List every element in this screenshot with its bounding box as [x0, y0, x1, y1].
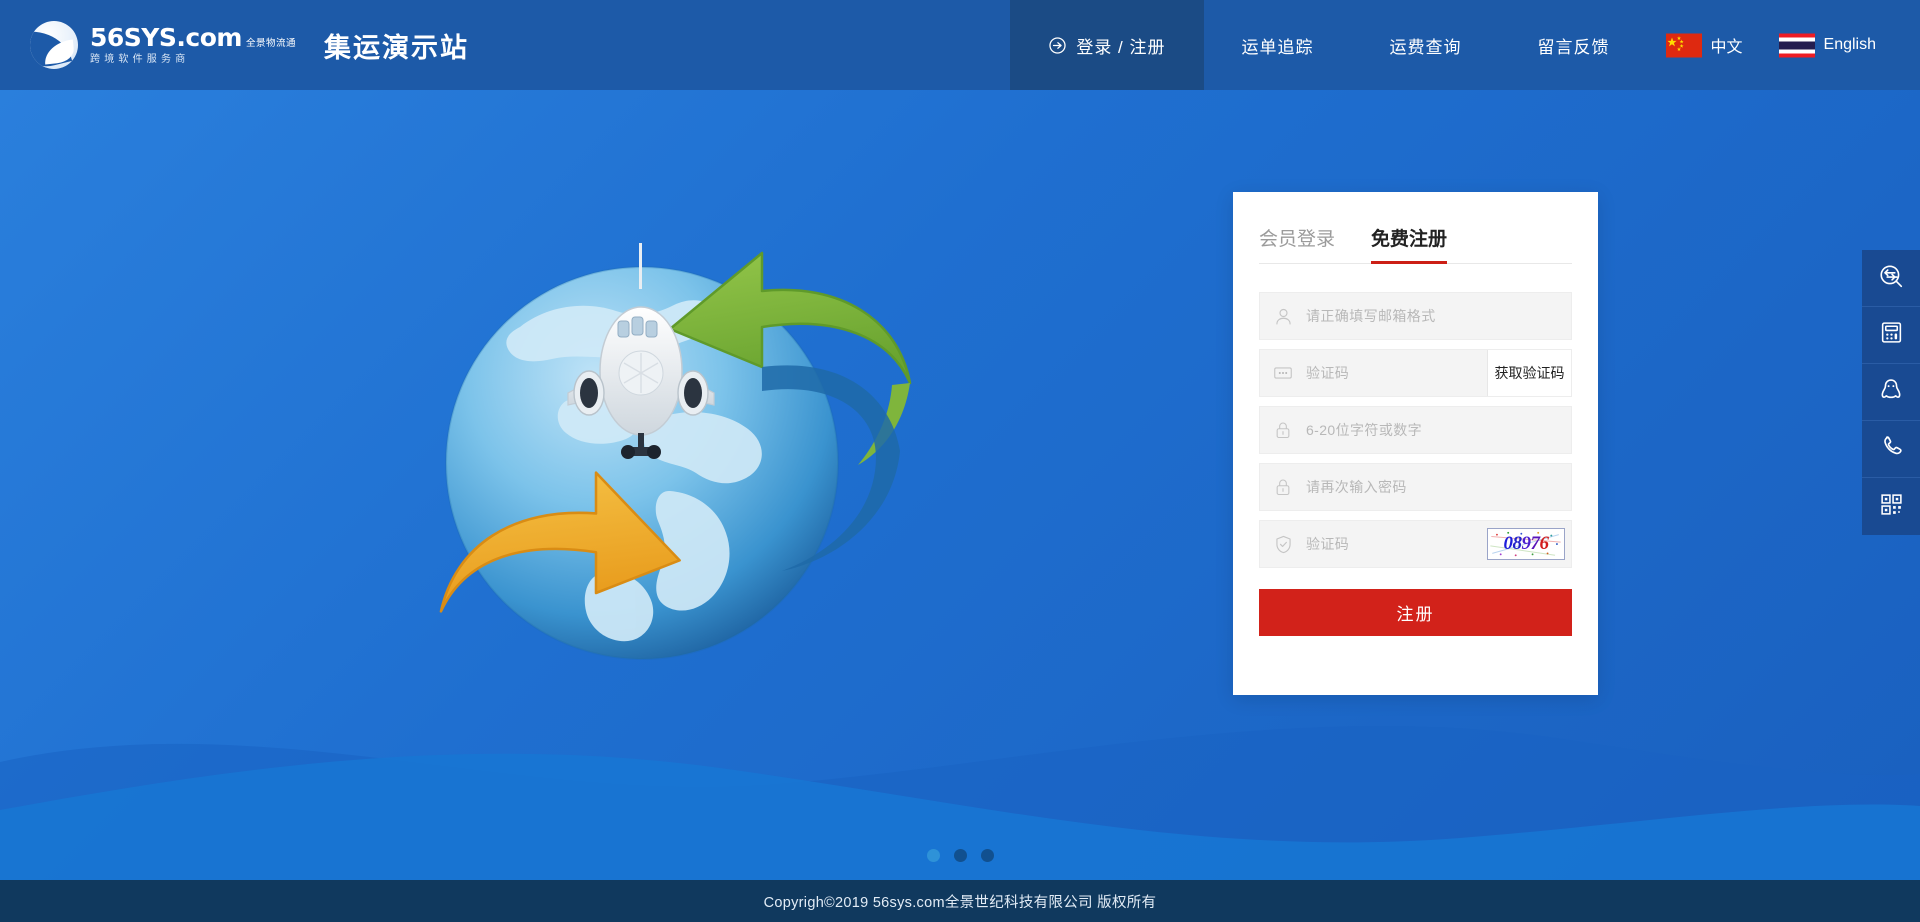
rail-item-waybill-tracking[interactable]	[1862, 250, 1920, 307]
carousel-dot-2[interactable]	[953, 849, 967, 862]
globe-airplane-arrows-illustration	[439, 243, 912, 661]
lang-option-english[interactable]: English	[1761, 33, 1894, 58]
lang-label: 中文	[1710, 39, 1743, 56]
phone-icon	[1879, 434, 1904, 464]
register-submit-button[interactable]: 注册	[1259, 589, 1572, 636]
field-password[interactable]	[1259, 406, 1572, 454]
rail-item-hotline[interactable]	[1862, 421, 1920, 478]
shield-check-icon	[1260, 534, 1306, 555]
lock-icon	[1260, 420, 1306, 440]
verify-code-input[interactable]	[1306, 350, 1487, 396]
site-footer: Copyrigh©2019 56sys.com全景世纪科技有限公司 版权所有	[0, 880, 1920, 922]
nav-item-waybill-tracking[interactable]: 运单追踪	[1204, 0, 1352, 90]
language-switcher: 中文 English	[1648, 0, 1920, 90]
brand-logo[interactable]: 56SYS.com 全景物流通 跨境软件服务商 集运演示站	[0, 0, 469, 90]
captcha-input[interactable]	[1306, 521, 1487, 567]
field-verify-code[interactable]: 获取验证码	[1259, 349, 1572, 397]
captcha-text: 08976	[1503, 533, 1550, 554]
carousel-dot-1[interactable]	[926, 849, 940, 862]
tab-free-register[interactable]: 免费注册	[1371, 224, 1448, 264]
auth-card: 会员登录 免费注册 请正确填写邮箱格式 验证码 获取验证码 6-20位字符或数字…	[1233, 192, 1598, 695]
nav-item-feedback[interactable]: 留言反馈	[1500, 0, 1648, 90]
copyright-text: Copyrigh©2019 56sys.com全景世纪科技有限公司 版权所有	[763, 894, 1157, 911]
logo-tagline-top: 全景物流通	[245, 37, 296, 49]
nav-label: 运费查询	[1389, 37, 1462, 57]
tab-member-login[interactable]: 会员登录	[1259, 224, 1335, 263]
captcha-image[interactable]: 08976	[1487, 528, 1565, 560]
nav-label: 登录 / 注册	[1076, 37, 1166, 57]
track-search-icon	[1878, 263, 1904, 294]
nav-item-freight-query[interactable]: 运费查询	[1352, 0, 1500, 90]
password-input[interactable]	[1306, 407, 1571, 453]
site-header: 56SYS.com 全景物流通 跨境软件服务商 集运演示站 登录 / 注册 运单…	[0, 0, 1920, 90]
nav-label: 运单追踪	[1241, 37, 1314, 57]
site-title: 集运演示站	[323, 32, 469, 63]
user-icon	[1260, 306, 1306, 327]
calculator-icon	[1879, 320, 1904, 350]
thailand-flag-icon	[1778, 33, 1815, 57]
nav-item-login-register[interactable]: 登录 / 注册	[1010, 0, 1204, 90]
field-captcha[interactable]: 08976	[1259, 520, 1572, 568]
lang-label: English	[1823, 36, 1876, 53]
auth-tabs: 会员登录 免费注册	[1259, 192, 1572, 264]
swoosh-logo-icon	[30, 21, 78, 69]
lang-option-chinese[interactable]: 中文	[1648, 33, 1761, 58]
rail-item-qrcode[interactable]	[1862, 478, 1920, 535]
page-root: 56SYS.com 全景物流通 跨境软件服务商 集运演示站 登录 / 注册 运单…	[0, 0, 1920, 922]
main-nav: 登录 / 注册 运单追踪 运费查询 留言反馈 中文 English	[1010, 0, 1920, 90]
qq-penguin-icon	[1878, 377, 1904, 408]
carousel-dot-3[interactable]	[980, 849, 994, 862]
get-verify-code-button[interactable]: 获取验证码	[1487, 350, 1571, 396]
logo-text-block: 56SYS.com 全景物流通 跨境软件服务商	[90, 25, 296, 65]
arrow-right-circle-icon	[1048, 36, 1067, 55]
lock-icon	[1260, 477, 1306, 497]
rail-item-qq-chat[interactable]	[1862, 364, 1920, 421]
dots-box-icon	[1260, 362, 1306, 384]
confirm-password-input[interactable]	[1306, 464, 1571, 510]
china-flag-icon	[1665, 33, 1702, 57]
register-form: 获取验证码	[1259, 264, 1572, 636]
rail-item-freight-calculator[interactable]	[1862, 307, 1920, 364]
logo-tagline-bottom: 跨境软件服务商	[90, 54, 190, 65]
qrcode-icon	[1879, 492, 1904, 522]
nav-label: 留言反馈	[1537, 37, 1610, 57]
email-input[interactable]	[1306, 293, 1571, 339]
side-quick-rail	[1862, 250, 1920, 535]
field-confirm-password[interactable]	[1259, 463, 1572, 511]
logo-wordmark: 56SYS.com	[90, 23, 242, 52]
field-email[interactable]	[1259, 292, 1572, 340]
carousel-dots	[0, 849, 1920, 862]
hero-banner	[0, 90, 1920, 880]
